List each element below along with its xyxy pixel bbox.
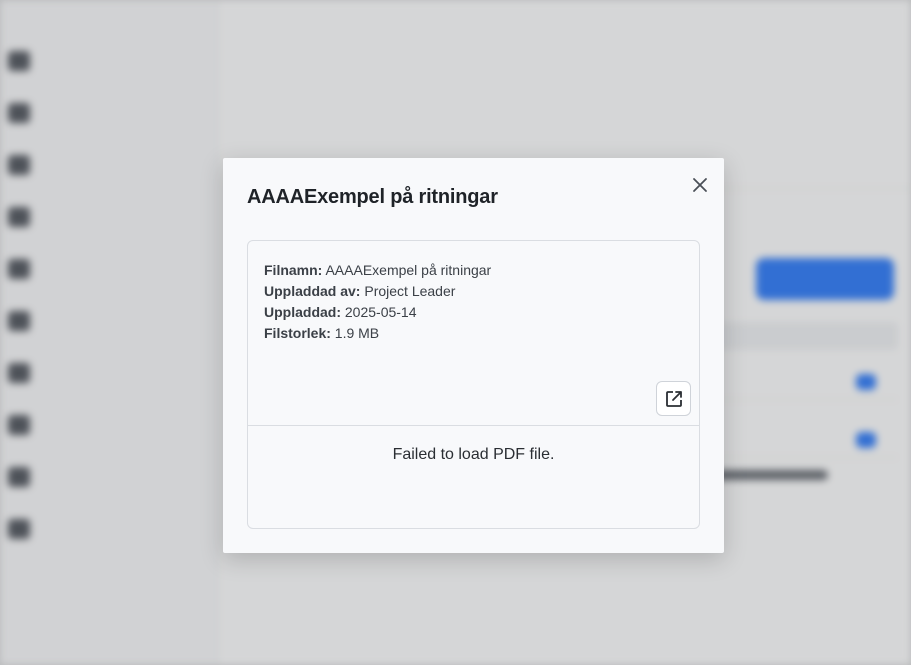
pdf-error-message: Failed to load PDF file.: [392, 446, 555, 463]
file-details-card: Filnamn: AAAAExempel på ritningar Upplad…: [247, 240, 700, 529]
open-in-new-tab-button[interactable]: [656, 381, 691, 416]
uploaded-date-row: Uppladdad: 2025-05-14: [264, 302, 491, 323]
dialog-title: AAAAExempel på ritningar: [247, 186, 498, 208]
close-icon: [693, 178, 707, 192]
filename-label: Filnamn:: [264, 262, 323, 278]
uploaded-by-value: Project Leader: [364, 283, 456, 299]
uploaded-by-label: Uppladdad av:: [264, 283, 361, 299]
external-link-icon: [665, 390, 682, 407]
close-button[interactable]: [687, 172, 713, 198]
file-preview-dialog: AAAAExempel på ritningar Filnamn: AAAAEx…: [223, 158, 724, 553]
uploaded-by-row: Uppladdad av: Project Leader: [264, 281, 491, 302]
file-metadata: Filnamn: AAAAExempel på ritningar Upplad…: [264, 260, 491, 344]
card-divider: [248, 425, 699, 426]
uploaded-date-label: Uppladdad:: [264, 304, 341, 320]
file-size-row: Filstorlek: 1.9 MB: [264, 323, 491, 344]
file-size-label: Filstorlek:: [264, 325, 331, 341]
filename-row: Filnamn: AAAAExempel på ritningar: [264, 260, 491, 281]
filename-value: AAAAExempel på ritningar: [325, 262, 492, 278]
uploaded-date-value: 2025-05-14: [344, 304, 417, 320]
file-size-value: 1.9 MB: [334, 325, 380, 341]
